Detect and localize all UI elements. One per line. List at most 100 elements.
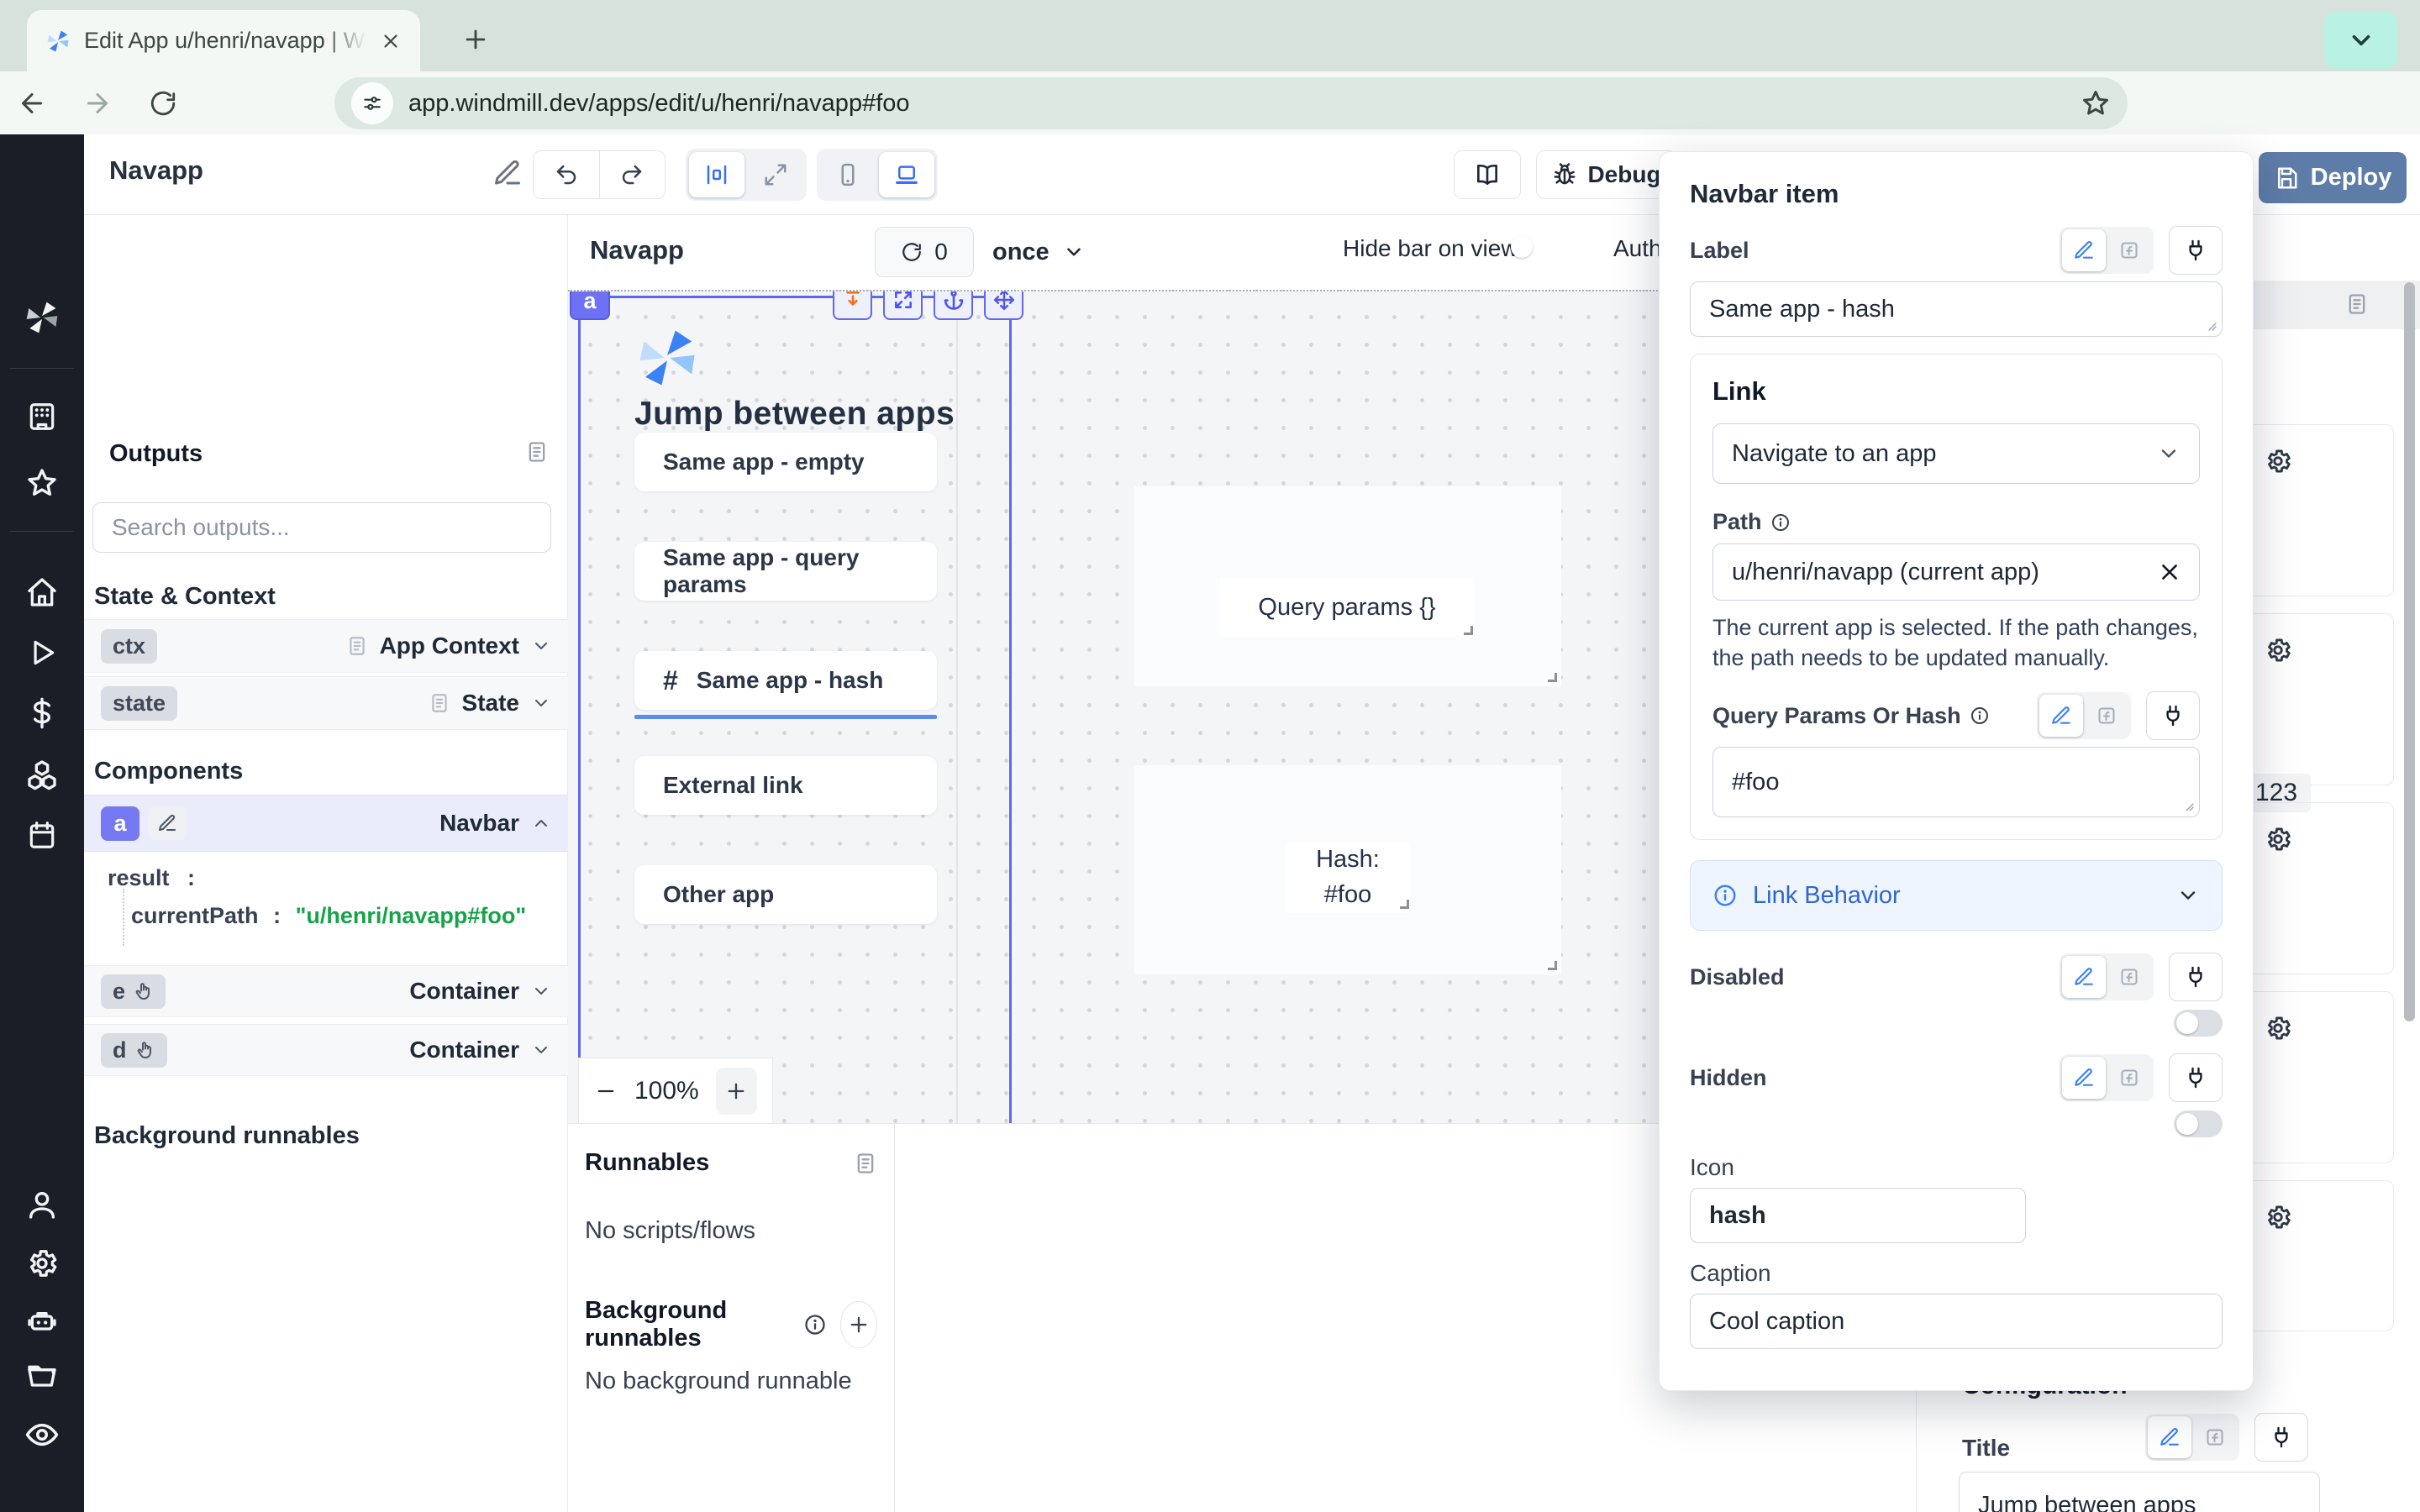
mobile-preview-button[interactable] — [820, 152, 876, 197]
pencil-icon[interactable] — [2062, 229, 2106, 271]
more-options-icon[interactable] — [1399, 158, 1429, 188]
connect-input-button[interactable] — [2254, 1413, 2308, 1462]
chevron-down-icon[interactable] — [531, 981, 551, 1001]
selected-component-badge[interactable]: a — [570, 290, 610, 320]
info-icon[interactable] — [1970, 706, 1990, 726]
sidebar-item-favorites[interactable] — [24, 465, 60, 501]
component-row-container-d[interactable]: d Container — [84, 1024, 568, 1076]
zoom-in-icon[interactable] — [716, 1068, 757, 1115]
drag-handle-icon[interactable] — [2321, 1014, 2349, 1042]
drag-handle-icon[interactable] — [2321, 1203, 2349, 1231]
sidebar-item-schedules[interactable] — [24, 816, 60, 853]
search-outputs-input[interactable] — [92, 502, 551, 553]
connect-input-button[interactable] — [2146, 691, 2200, 740]
gear-icon[interactable] — [2264, 1014, 2292, 1042]
query-params-container[interactable]: Query params {} — [1134, 486, 1561, 686]
tab-search-button[interactable] — [2324, 11, 2398, 70]
icon-input[interactable] — [1690, 1188, 2026, 1243]
sidebar-item-home[interactable] — [24, 574, 60, 611]
sidebar-item-audit-logs[interactable] — [24, 1416, 60, 1453]
state-row[interactable]: state State — [84, 676, 568, 730]
path-select[interactable]: u/henri/navapp (current app) — [1712, 543, 2200, 601]
run-mode-select[interactable]: once — [992, 227, 1085, 277]
redo-button[interactable] — [600, 151, 666, 198]
anchor-icon[interactable] — [934, 290, 973, 320]
tab-close-icon[interactable] — [380, 30, 402, 52]
nav-item-same-app-empty[interactable]: Same app - empty — [634, 433, 937, 491]
expand-down-icon[interactable] — [833, 290, 872, 320]
rename-app-icon[interactable] — [492, 158, 523, 188]
resize-corner[interactable] — [1548, 961, 1557, 970]
pencil-icon[interactable] — [2039, 695, 2083, 737]
debug-button[interactable]: Debug — [1536, 150, 1677, 199]
refresh-count-button[interactable]: 0 — [875, 227, 974, 277]
sidebar-item-variables[interactable] — [24, 695, 60, 732]
deploy-button[interactable]: Deploy — [2259, 152, 2407, 203]
outputs-doc-icon[interactable] — [525, 440, 549, 464]
clear-path-icon[interactable] — [2159, 561, 2181, 583]
fullwidth-layout-button[interactable] — [748, 152, 803, 197]
nav-item-same-app-hash[interactable]: # Same app - hash — [634, 651, 937, 710]
ctx-row[interactable]: ctx App Context — [84, 619, 568, 673]
info-icon[interactable] — [803, 1313, 827, 1336]
reload-icon[interactable] — [145, 85, 182, 122]
pencil-icon[interactable] — [2148, 1416, 2191, 1458]
connect-input-button[interactable] — [2169, 1053, 2223, 1102]
link-type-select[interactable]: Navigate to an app — [1712, 423, 2200, 484]
site-settings-icon[interactable] — [351, 82, 393, 124]
connect-input-button[interactable] — [2169, 953, 2223, 1001]
drag-handle-icon[interactable] — [2321, 447, 2349, 475]
docs-button[interactable] — [1454, 150, 1521, 199]
undo-button[interactable] — [534, 151, 600, 198]
query-params-input[interactable] — [1712, 747, 2200, 817]
sidebar-item-folders[interactable] — [24, 1358, 60, 1395]
link-behavior-collapsible[interactable]: Link Behavior — [1690, 860, 2223, 931]
resize-handle-icon[interactable] — [2181, 799, 2195, 812]
caption-input[interactable] — [1690, 1294, 2223, 1349]
settings-doc-icon[interactable] — [2345, 292, 2369, 316]
result-key[interactable]: result — [108, 865, 170, 890]
resize-corner[interactable] — [1464, 626, 1473, 635]
function-icon[interactable] — [2107, 1057, 2151, 1099]
gear-icon[interactable] — [2264, 825, 2292, 853]
drag-handle-icon[interactable] — [2321, 636, 2349, 664]
centered-layout-button[interactable] — [689, 152, 744, 197]
windmill-logo-icon[interactable] — [24, 299, 60, 336]
new-tab-button[interactable] — [458, 22, 493, 57]
component-row-container-e[interactable]: e Container — [84, 965, 568, 1017]
config-title-input[interactable] — [1959, 1472, 2320, 1512]
fullscreen-icon[interactable] — [883, 290, 923, 320]
back-icon[interactable] — [13, 85, 50, 122]
zoom-out-icon[interactable] — [594, 1079, 618, 1103]
connect-input-button[interactable] — [2169, 226, 2223, 275]
sidebar-item-resources[interactable] — [24, 756, 60, 793]
hash-textbox[interactable]: Hash: #foo — [1286, 842, 1410, 913]
sidebar-item-users[interactable] — [24, 1186, 60, 1223]
pencil-icon[interactable] — [2062, 956, 2106, 998]
function-icon[interactable] — [2193, 1416, 2237, 1458]
sidebar-item-runs[interactable] — [24, 634, 60, 671]
resize-corner[interactable] — [1548, 673, 1557, 682]
resize-handle-icon[interactable] — [2204, 318, 2217, 332]
nav-item-external-link[interactable]: External link — [634, 756, 937, 815]
nav-item-other-app[interactable]: Other app — [634, 865, 937, 924]
address-bar[interactable]: app.windmill.dev/apps/edit/u/henri/navap… — [334, 77, 2128, 129]
bookmark-star-icon[interactable] — [2081, 88, 2111, 118]
hash-container[interactable]: Hash: #foo — [1134, 765, 1561, 974]
gear-icon[interactable] — [2264, 1203, 2292, 1231]
sidebar-item-settings[interactable] — [24, 1245, 60, 1282]
add-background-runnable-button[interactable] — [840, 1301, 877, 1348]
chevron-up-icon[interactable] — [531, 813, 551, 833]
desktop-preview-button[interactable] — [879, 152, 934, 197]
gear-icon[interactable] — [2264, 636, 2292, 664]
gear-icon[interactable] — [2264, 447, 2292, 475]
chevron-down-icon[interactable] — [531, 1040, 551, 1060]
drag-handle-icon[interactable] — [2321, 825, 2349, 853]
nav-item-same-app-query-params[interactable]: Same app - query params — [634, 542, 937, 601]
sidebar-item-workers[interactable] — [24, 1302, 60, 1339]
info-icon[interactable] — [1770, 512, 1791, 533]
label-input[interactable] — [1690, 281, 2223, 337]
function-icon[interactable] — [2107, 229, 2151, 271]
chevron-down-icon[interactable] — [531, 636, 551, 656]
settings-scrollbar[interactable] — [2404, 282, 2415, 1021]
